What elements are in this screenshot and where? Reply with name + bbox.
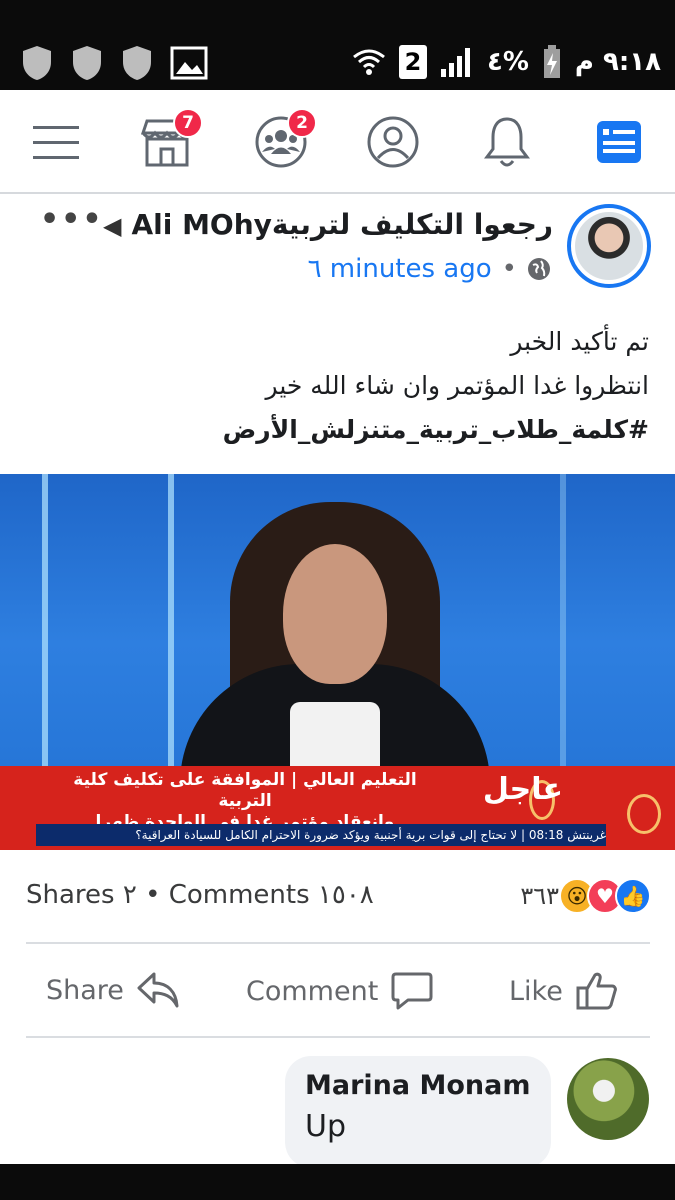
shares-count[interactable]: Shares ٢ bbox=[26, 880, 137, 910]
image-icon bbox=[170, 46, 208, 80]
comments-count[interactable]: Comments ١٥٠٨ bbox=[169, 880, 374, 910]
share-icon bbox=[137, 972, 179, 1008]
post-header: ◀ Ali MOhyرجعوا التكليف لتربية • ٦ minute… bbox=[0, 196, 675, 306]
profile-icon bbox=[367, 116, 419, 168]
post-meta: • ٦ minutes ago bbox=[308, 254, 551, 284]
post-text-line: تم تأكيد الخبر bbox=[510, 327, 649, 356]
author-line: ◀ Ali MOhyرجعوا التكليف لتربية bbox=[103, 208, 553, 241]
commenter-name[interactable]: Marina Monam bbox=[305, 1070, 531, 1101]
comment-bubble[interactable]: Marina Monam Up bbox=[285, 1056, 551, 1168]
thumbs-up-icon bbox=[576, 972, 617, 1010]
post-stats: Shares ٢ • Comments ١٥٠٨ ٣٦٣ 😮 ♥ 👍 bbox=[0, 862, 675, 934]
marketplace-tab[interactable]: 7 bbox=[137, 108, 203, 172]
post-image[interactable]: عاجل التعليم العالي | الموافقة على تكليف… bbox=[0, 474, 675, 850]
status-bar: 2 ٤% ٩:١٨ م bbox=[0, 0, 675, 90]
shield-icon bbox=[73, 46, 101, 80]
like-reaction-icon: 👍 bbox=[615, 878, 651, 914]
reactions-count: ٣٦٣ bbox=[520, 882, 559, 910]
signal-icon bbox=[440, 48, 470, 77]
post-actions: Share Comment Like bbox=[0, 946, 675, 1036]
clock: ٩:١٨ م bbox=[574, 47, 661, 77]
comment-label: Comment bbox=[246, 975, 379, 1007]
battery-charging-icon bbox=[543, 45, 560, 78]
system-indicators: 2 ٤% ٩:١٨ م bbox=[351, 44, 661, 80]
profile-tab[interactable] bbox=[363, 112, 423, 172]
reactions-summary[interactable]: ٣٦٣ 😮 ♥ 👍 bbox=[520, 878, 651, 914]
notification-icons bbox=[20, 44, 208, 82]
breaking-news-bar: عاجل التعليم العالي | الموافقة على تكليف… bbox=[0, 766, 675, 850]
more-options-button[interactable]: ••• bbox=[40, 202, 104, 237]
notifications-tab[interactable] bbox=[477, 112, 537, 172]
studio-light bbox=[168, 474, 174, 774]
groups-tab[interactable]: 2 bbox=[251, 108, 317, 172]
avatar-photo bbox=[575, 212, 643, 280]
channel-logo-icon bbox=[627, 794, 661, 834]
studio-light bbox=[42, 474, 48, 774]
commenter-avatar[interactable] bbox=[567, 1058, 649, 1140]
system-nav-bar bbox=[0, 1164, 675, 1200]
author-name[interactable]: Ali MOhy bbox=[131, 208, 271, 241]
like-label: Like bbox=[509, 975, 563, 1007]
group-name[interactable]: رجعوا التكليف لتربية bbox=[272, 208, 553, 241]
engagement-counts[interactable]: Shares ٢ • Comments ١٥٠٨ bbox=[26, 880, 374, 910]
share-label: Share bbox=[46, 974, 124, 1006]
divider bbox=[26, 942, 650, 944]
marketplace-badge: 7 bbox=[173, 108, 203, 138]
like-button[interactable]: Like bbox=[509, 970, 619, 1012]
top-navigation: 7 2 bbox=[0, 90, 675, 194]
divider bbox=[26, 1036, 650, 1038]
share-button[interactable]: Share bbox=[46, 970, 180, 1010]
urgent-label: عاجل bbox=[482, 772, 563, 807]
news-ticker: غرينتش 08:18 | لا تحتاج إلى قوات برية أج… bbox=[36, 824, 606, 846]
comment-button[interactable]: Comment bbox=[246, 970, 434, 1012]
news-feed-icon bbox=[597, 121, 641, 163]
globe-icon bbox=[528, 258, 550, 280]
menu-button[interactable] bbox=[26, 112, 86, 172]
arrow-left-icon: ◀ bbox=[102, 212, 122, 240]
post-text-line: انتظروا غدا المؤتمر وان شاء الله خير bbox=[265, 371, 649, 400]
sim-indicator: 2 bbox=[398, 45, 427, 79]
stats-separator: • bbox=[145, 880, 161, 910]
author-avatar[interactable] bbox=[567, 204, 651, 288]
meta-separator: • bbox=[501, 254, 517, 284]
news-anchor-face bbox=[283, 544, 387, 684]
headline-line: التعليم العالي | الموافقة على تكليف كلية… bbox=[73, 770, 417, 811]
comment-icon bbox=[391, 972, 433, 1010]
shield-icon bbox=[123, 46, 151, 80]
bell-icon bbox=[484, 117, 530, 167]
shield-icon bbox=[23, 46, 51, 80]
wifi-icon bbox=[353, 49, 385, 75]
comment-text: Up bbox=[305, 1109, 347, 1144]
hashtag-link[interactable]: #كلمة_طلاب_تربية_متنزلش_الأرض bbox=[29, 408, 649, 452]
groups-badge: 2 bbox=[287, 108, 317, 138]
battery-percent: ٤% bbox=[486, 47, 529, 77]
post-time[interactable]: ٦ minutes ago bbox=[308, 254, 492, 284]
news-feed-tab[interactable] bbox=[589, 112, 649, 172]
studio-light bbox=[560, 474, 566, 774]
post-body: تم تأكيد الخبر انتظروا غدا المؤتمر وان ش… bbox=[29, 320, 649, 452]
menu-icon bbox=[33, 126, 79, 159]
